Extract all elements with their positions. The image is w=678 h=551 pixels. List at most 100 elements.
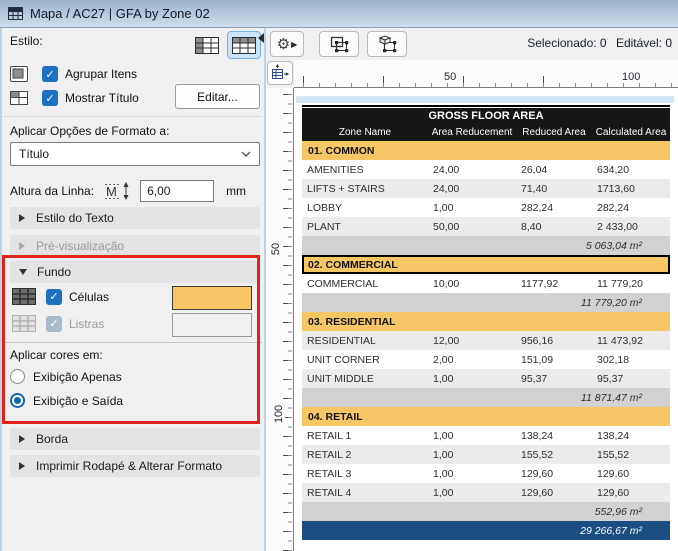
table-cell[interactable]: PLANT: [302, 221, 428, 233]
column-header[interactable]: Area Reducement: [428, 127, 516, 138]
cells-color-swatch[interactable]: [172, 286, 252, 310]
section-text-style[interactable]: Estilo do Texto: [10, 207, 260, 229]
table-row[interactable]: UNIT CORNER 2,00 151,09 302,18: [302, 350, 670, 369]
table-cell[interactable]: 956,16: [516, 335, 592, 347]
table-cell[interactable]: 282,24: [592, 202, 670, 214]
table-row[interactable]: RETAIL 4 1,00 129,60 129,60: [302, 483, 670, 502]
table-cell[interactable]: 1713,60: [592, 183, 670, 195]
style-option-columns-button[interactable]: [190, 31, 224, 59]
table-cell[interactable]: 302,18: [592, 354, 670, 366]
cells-checkbox[interactable]: [46, 288, 62, 305]
style-option-header-row-button[interactable]: [227, 31, 261, 59]
table-cell[interactable]: 24,00: [428, 164, 516, 176]
table-cell[interactable]: 10,00: [428, 278, 516, 290]
table-cell[interactable]: 1,00: [428, 487, 516, 499]
table-cell[interactable]: UNIT CORNER: [302, 354, 428, 366]
group-items-checkbox[interactable]: [42, 66, 58, 82]
table-cell[interactable]: 1,00: [428, 449, 516, 461]
column-header[interactable]: Reduced Area: [516, 127, 592, 138]
table-cell[interactable]: 11 779,20: [592, 278, 670, 290]
table-cell[interactable]: 1,00: [428, 202, 516, 214]
table-cell[interactable]: 8,40: [516, 221, 592, 233]
table-cell[interactable]: 129,60: [592, 468, 670, 480]
table-expand-icon: [272, 64, 289, 79]
table-row[interactable]: AMENITIES 24,00 26,04 634,20: [302, 160, 670, 179]
table-cell[interactable]: 138,24: [516, 430, 592, 442]
ruler-origin-button[interactable]: [267, 61, 293, 85]
table-cell[interactable]: 1177,92: [516, 278, 592, 290]
table-cell[interactable]: 50,00: [428, 221, 516, 233]
table-row[interactable]: 01. COMMON: [302, 141, 670, 160]
table-cell[interactable]: 129,60: [592, 487, 670, 499]
table-cell[interactable]: 71,40: [516, 183, 592, 195]
table-row[interactable]: LOBBY 1,00 282,24 282,24: [302, 198, 670, 217]
table-cell[interactable]: COMMERCIAL: [302, 278, 428, 290]
table-cell[interactable]: 155,52: [516, 449, 592, 461]
select-area-button[interactable]: [319, 31, 359, 57]
table-cell[interactable]: RESIDENTIAL: [302, 335, 428, 347]
table-row[interactable]: 5 063,04 m²: [302, 236, 670, 255]
table-cell[interactable]: 129,60: [516, 487, 592, 499]
table-row[interactable]: 552,96 m²: [302, 502, 670, 521]
table-cell[interactable]: 12,00: [428, 335, 516, 347]
table-row[interactable]: LIFTS + STAIRS 24,00 71,40 1713,60: [302, 179, 670, 198]
table-cell[interactable]: UNIT MIDDLE: [302, 373, 428, 385]
table-row[interactable]: 11 779,20 m²: [302, 293, 670, 312]
format-target-select[interactable]: Título: [10, 142, 260, 166]
edit-title-button[interactable]: Editar...: [175, 84, 260, 109]
table-row[interactable]: RETAIL 3 1,00 129,60 129,60: [302, 464, 670, 483]
table-row[interactable]: 29 266,67 m²: [302, 521, 670, 540]
schedule-canvas[interactable]: GROSS FLOOR AREA Zone Name Area Reduceme…: [294, 88, 678, 551]
table-row[interactable]: 11 871,47 m²: [302, 388, 670, 407]
table-cell[interactable]: AMENITIES: [302, 164, 428, 176]
column-header[interactable]: Zone Name: [302, 127, 428, 138]
table-cell[interactable]: 2 433,00: [592, 221, 670, 233]
table-row[interactable]: PLANT 50,00 8,40 2 433,00: [302, 217, 670, 236]
select-elements-button[interactable]: [367, 31, 407, 57]
table-cell[interactable]: RETAIL 2: [302, 449, 428, 461]
table-row[interactable]: 03. RESIDENTIAL: [302, 312, 670, 331]
collapse-panel-icon[interactable]: [258, 33, 264, 43]
table-row[interactable]: RETAIL 1 1,00 138,24 138,24: [302, 426, 670, 445]
table-row[interactable]: UNIT MIDDLE 1,00 95,37 95,37: [302, 369, 670, 388]
table-cell[interactable]: 282,24: [516, 202, 592, 214]
table-cell[interactable]: 151,09: [516, 354, 592, 366]
table-cell[interactable]: 1,00: [428, 430, 516, 442]
table-row[interactable]: 02. COMMERCIAL: [302, 255, 670, 274]
section-background[interactable]: Fundo: [10, 261, 260, 283]
display-and-output-radio[interactable]: [10, 393, 25, 408]
table-cell[interactable]: 138,24: [592, 430, 670, 442]
table-row[interactable]: RESIDENTIAL 12,00 956,16 11 473,92: [302, 331, 670, 350]
section-print-footer[interactable]: Imprimir Rodapé & Alterar Formato: [10, 455, 260, 477]
table-cell[interactable]: 1,00: [428, 373, 516, 385]
table-cell[interactable]: RETAIL 1: [302, 430, 428, 442]
stripes-label: Listras: [69, 316, 105, 331]
table-cell[interactable]: RETAIL 4: [302, 487, 428, 499]
table-header-row[interactable]: Zone Name Area Reducement Reduced Area C…: [302, 124, 670, 141]
table-cell[interactable]: 26,04: [516, 164, 592, 176]
table-cell[interactable]: 634,20: [592, 164, 670, 176]
table-cell[interactable]: LIFTS + STAIRS: [302, 183, 428, 195]
section-border[interactable]: Borda: [10, 428, 260, 450]
table-row[interactable]: RETAIL 2 1,00 155,52 155,52: [302, 445, 670, 464]
table-cell[interactable]: 129,60: [516, 468, 592, 480]
table-cell[interactable]: 95,37: [592, 373, 670, 385]
table-row[interactable]: 04. RETAIL: [302, 407, 670, 426]
table-cell[interactable]: 2,00: [428, 354, 516, 366]
column-header[interactable]: Calculated Area: [592, 127, 670, 138]
table-cell[interactable]: LOBBY: [302, 202, 428, 214]
table-cell[interactable]: 155,52: [592, 449, 670, 461]
vertical-ruler[interactable]: 50 100: [266, 88, 294, 551]
row-height-input[interactable]: 6,00: [140, 180, 215, 202]
table-cell[interactable]: RETAIL 3: [302, 468, 428, 480]
table-cell[interactable]: 11 473,92: [592, 335, 670, 347]
show-title-checkbox[interactable]: [42, 90, 58, 106]
display-only-radio[interactable]: [10, 369, 25, 384]
horizontal-ruler[interactable]: 50 100: [294, 60, 678, 88]
table-cell[interactable]: 24,00: [428, 183, 516, 195]
settings-menu-button[interactable]: ⚙ ▶: [270, 31, 304, 57]
schedule-table[interactable]: GROSS FLOOR AREA Zone Name Area Reduceme…: [302, 105, 670, 540]
table-cell[interactable]: 1,00: [428, 468, 516, 480]
table-row[interactable]: COMMERCIAL 10,00 1177,92 11 779,20: [302, 274, 670, 293]
table-cell[interactable]: 95,37: [516, 373, 592, 385]
